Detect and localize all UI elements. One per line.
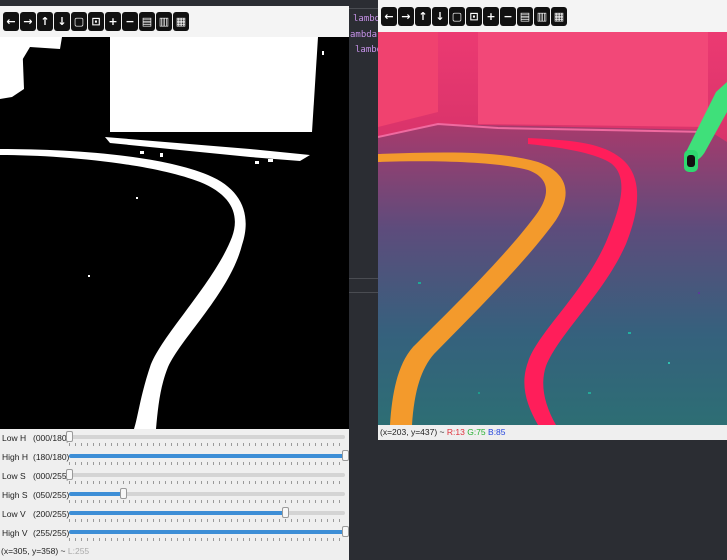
arrow-left-icon[interactable]: ← (381, 6, 397, 26)
trackbar-value: (180/180) (33, 452, 70, 462)
trackbar-groove[interactable] (69, 450, 349, 461)
mask-status-coords: (x=305, y=358) ~ (1, 546, 68, 556)
trackbar-value: (000/255) (33, 471, 70, 481)
pixel-green-value: G:75 (467, 427, 486, 437)
code-editor-strip: lambd ambda lambd (349, 0, 378, 560)
trackbar-fill (69, 511, 286, 515)
arrow-down-icon[interactable]: ↓ (54, 12, 70, 31)
trackbar-label: Low V (2, 509, 26, 519)
arrow-up-icon[interactable]: ↑ (37, 12, 53, 31)
properties-icon[interactable]: ▦ (173, 12, 189, 31)
copy-icon[interactable]: ▥ (156, 12, 172, 31)
trackbar-groove[interactable] (66, 469, 345, 480)
trackbar-label: High V (2, 528, 28, 538)
mask-status-bar: (x=305, y=358) ~ L:255 (0, 543, 349, 560)
zoom-out-icon[interactable]: − (500, 6, 516, 26)
hsv-camera-image[interactable] (378, 32, 727, 425)
mask-window-toolbar: ← → ↑ ↓ ▢ ⊡ + − ▤ ▥ ▦ (0, 6, 349, 37)
trackbar-value: (000/180) (33, 433, 70, 443)
trackbar-value: (200/255) (33, 509, 70, 519)
pixel-red-value: R:13 (446, 427, 465, 437)
trackbar-handle[interactable] (66, 469, 73, 480)
trackbar-value: (255/255) (33, 528, 70, 538)
zoom-in-icon[interactable]: + (105, 12, 121, 31)
camera-status-bar: (x=203, y=437) ~ R:13 G:75 B:85 (378, 425, 727, 440)
trackbar-high-s: High S (050/255) (0, 486, 349, 505)
arrow-right-icon[interactable]: → (20, 12, 36, 31)
zoom-out-icon[interactable]: − (122, 12, 138, 31)
trackbar-label: Low H (2, 433, 27, 443)
code-line-2: ambda (350, 30, 378, 40)
zoom-fit-icon[interactable]: ▢ (449, 6, 465, 26)
save-icon[interactable]: ▤ (517, 6, 533, 26)
mask-window: ← → ↑ ↓ ▢ ⊡ + − ▤ ▥ ▦ Low H (000/180) High H (180/180 (0, 0, 349, 560)
desktop-background (378, 440, 727, 560)
trackbar-ticks (69, 481, 345, 484)
camera-image-canvas (378, 32, 727, 425)
code-line-1: lambd (353, 14, 378, 24)
trackbar-panel: Low H (000/180) High H (180/180) Low S (000/2… (0, 429, 349, 543)
code-line-3: lambd (355, 45, 378, 55)
trackbar-handle[interactable] (342, 450, 349, 461)
arrow-left-icon[interactable]: ← (3, 12, 19, 31)
zoom-original-icon[interactable]: ⊡ (88, 12, 104, 31)
code-divider (349, 292, 378, 293)
trackbar-fill (69, 492, 124, 496)
code-divider (349, 8, 378, 9)
trackbar-ticks (69, 519, 345, 522)
trackbar-handle[interactable] (66, 431, 73, 442)
trackbar-low-v: Low V (200/255) (0, 505, 349, 524)
trackbar-groove[interactable] (66, 431, 345, 442)
trackbar-handle[interactable] (282, 507, 290, 518)
zoom-fit-icon[interactable]: ▢ (71, 12, 87, 31)
trackbar-low-s: Low S (000/255) (0, 467, 349, 486)
trackbar-fill (69, 454, 345, 458)
arrow-right-icon[interactable]: → (398, 6, 414, 26)
trackbar-fill (69, 530, 345, 534)
trackbar-low-h: Low H (000/180) (0, 429, 349, 448)
trackbar-handle[interactable] (120, 488, 128, 499)
trackbar-groove[interactable] (69, 526, 349, 537)
save-icon[interactable]: ▤ (139, 12, 155, 31)
properties-icon[interactable]: ▦ (551, 6, 567, 26)
camera-status-coords: (x=203, y=437) ~ (380, 427, 447, 437)
trackbar-label: Low S (2, 471, 26, 481)
mask-image-canvas (0, 37, 349, 429)
trackbar-label: High H (2, 452, 28, 462)
code-divider (349, 278, 378, 279)
threshold-mask-image[interactable] (0, 37, 349, 429)
trackbar-groove[interactable] (69, 507, 345, 518)
trackbar-label: High S (2, 490, 28, 500)
mask-status-value: L:255 (67, 546, 90, 556)
camera-window-toolbar: ← → ↑ ↓ ▢ ⊡ + − ▤ ▥ ▦ (378, 0, 727, 32)
trackbar-high-h: High H (180/180) (0, 448, 349, 467)
zoom-original-icon[interactable]: ⊡ (466, 6, 482, 26)
arrow-down-icon[interactable]: ↓ (432, 6, 448, 26)
trackbar-ticks (69, 538, 345, 541)
trackbar-ticks (69, 443, 345, 446)
arrow-up-icon[interactable]: ↑ (415, 6, 431, 26)
trackbar-ticks (69, 462, 345, 465)
trackbar-ticks (69, 500, 345, 503)
trackbar-handle[interactable] (342, 526, 349, 537)
trackbar-value: (050/255) (33, 490, 70, 500)
pixel-blue-value: B:85 (488, 427, 506, 437)
trackbar-groove[interactable] (69, 488, 345, 499)
zoom-in-icon[interactable]: + (483, 6, 499, 26)
trackbar-high-v: High V (255/255) (0, 524, 349, 543)
copy-icon[interactable]: ▥ (534, 6, 550, 26)
